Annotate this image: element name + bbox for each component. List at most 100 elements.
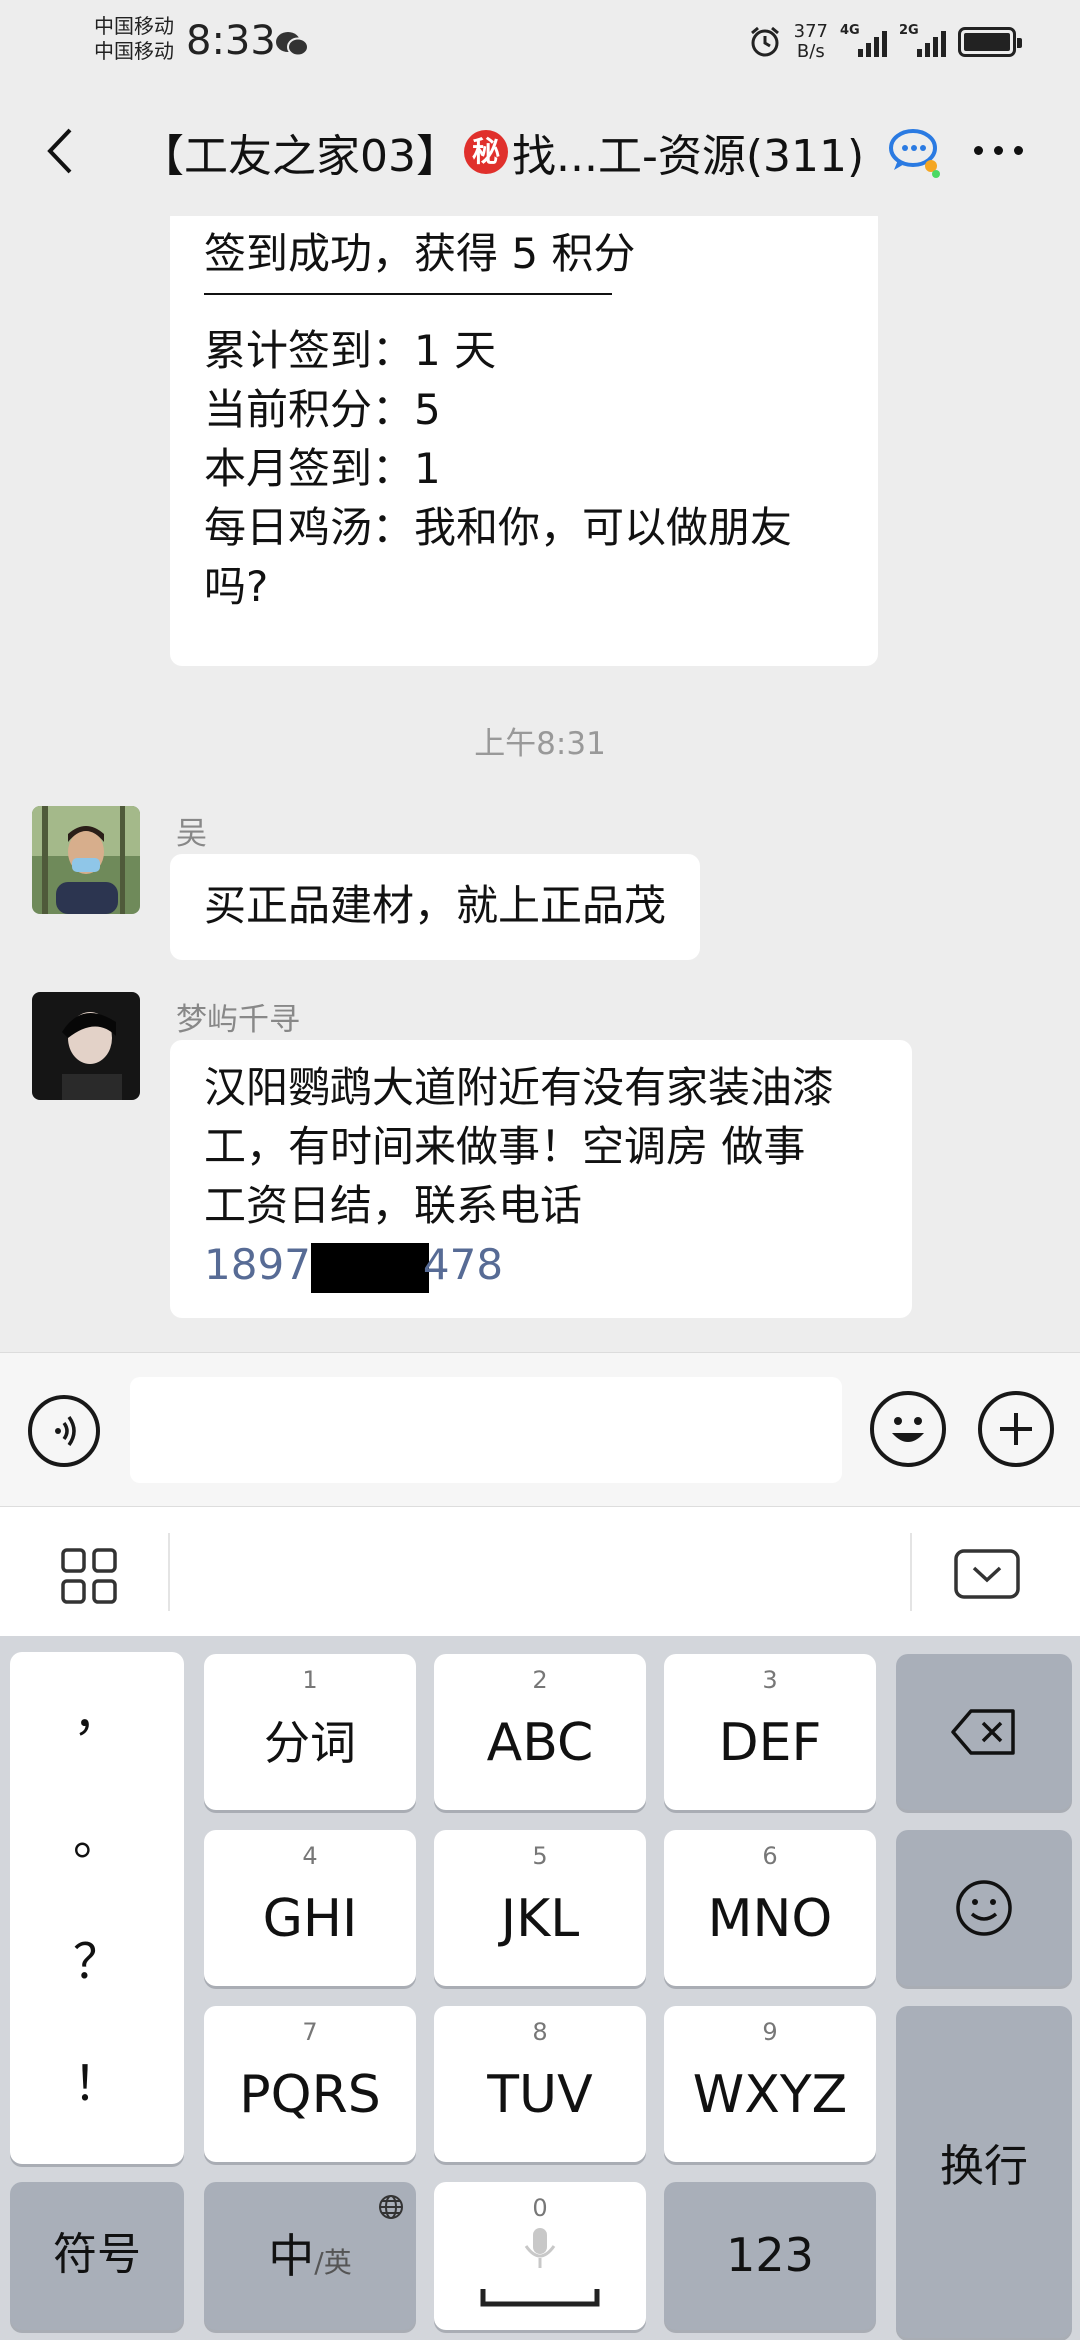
toolbar-divider bbox=[168, 1533, 170, 1611]
key-number: 9 bbox=[762, 2018, 778, 2046]
symbols-key-label: 符号 bbox=[53, 2229, 141, 2280]
battery-icon bbox=[958, 27, 1022, 57]
key-9[interactable]: 9 WXYZ bbox=[664, 2006, 876, 2162]
redaction-box bbox=[310, 1242, 429, 1293]
message-mengyu-line-2: 工，有时间来做事！空调房 做事 bbox=[204, 1122, 806, 1171]
carrier-1: 中国移动 bbox=[94, 14, 174, 38]
key-number: 1 bbox=[302, 1666, 318, 1694]
language-key-label: 中/英 bbox=[204, 2224, 416, 2294]
key-8[interactable]: 8 TUV bbox=[434, 2006, 646, 2162]
key-label: GHI bbox=[262, 1889, 358, 1949]
numeric-mode-label: 123 bbox=[726, 2228, 814, 2282]
plus-icon bbox=[1000, 1413, 1032, 1445]
chat-header: 【工友之家03】 秘 找...工-资源(311) bbox=[0, 86, 1080, 216]
punct-period[interactable]: 。 bbox=[10, 1798, 184, 1868]
backspace-icon bbox=[951, 1709, 1015, 1755]
message-wu: 买正品建材，就上正品茂 bbox=[170, 854, 701, 960]
message-wu-text: 买正品建材，就上正品茂 bbox=[204, 881, 667, 930]
space-key[interactable]: 0 bbox=[434, 2182, 646, 2330]
enter-key[interactable]: 换行 bbox=[896, 2006, 1072, 2338]
numeric-mode-key[interactable]: 123 bbox=[664, 2182, 876, 2330]
phone-end: 478 bbox=[422, 1240, 504, 1289]
title-prefix: 【工友之家03】 bbox=[140, 131, 460, 182]
hide-keyboard-icon[interactable] bbox=[954, 1549, 1020, 1599]
key-label: DEF bbox=[718, 1713, 822, 1773]
message-mengyu-line-3: 工资日结，联系电话 bbox=[204, 1181, 583, 1230]
key-label: ABC bbox=[486, 1713, 594, 1773]
message-mengyu: 汉阳鹦鹉大道附近有没有家装油漆 工，有时间来做事！空调房 做事 工资日结，联系电… bbox=[170, 1040, 912, 1318]
back-arrow-icon[interactable] bbox=[36, 124, 90, 178]
more-functions-button[interactable] bbox=[978, 1391, 1054, 1467]
key-number: 4 bbox=[302, 1842, 318, 1870]
message-mengyu-line-1: 汉阳鹦鹉大道附近有没有家装油漆 bbox=[204, 1063, 835, 1112]
net-speed: 377 B/s bbox=[794, 22, 828, 62]
checkin-line-3: 当前积分：5 bbox=[204, 385, 441, 434]
sim1-label: 4G bbox=[840, 23, 860, 38]
keyboard: ， 。 ？ ！ 1 分词 2 ABC 3 DEF 4 GHI 5 JKL 6 M… bbox=[0, 1636, 1080, 2340]
key-number: 5 bbox=[532, 1842, 548, 1870]
lang-alt: /英 bbox=[314, 2246, 352, 2279]
chat-area: 签到成功，获得 5 积分 累计签到：1 天 当前积分：5 本月签到：1 每日鸡汤… bbox=[0, 216, 1080, 1352]
key-label: PQRS bbox=[239, 2065, 381, 2125]
status-bar: 中国移动 中国移动 8:33 377 B/s 4G 2G bbox=[0, 0, 1080, 86]
key-4[interactable]: 4 GHI bbox=[204, 1830, 416, 1986]
sender-name-mengyu: 梦屿千寻 bbox=[176, 1002, 300, 1038]
ime-toolbar bbox=[0, 1506, 1080, 1636]
divider-line bbox=[204, 293, 612, 295]
emoji-key[interactable] bbox=[896, 1830, 1072, 1986]
symbols-key[interactable]: 符号 bbox=[10, 2182, 184, 2330]
title-suffix: 找...工-资源(311) bbox=[512, 131, 865, 182]
key-3[interactable]: 3 DEF bbox=[664, 1654, 876, 1810]
key-number: 8 bbox=[532, 2018, 548, 2046]
message-timestamp: 上午8:31 bbox=[474, 726, 606, 762]
smiley-icon bbox=[956, 1880, 1012, 1936]
key-6[interactable]: 6 MNO bbox=[664, 1830, 876, 1986]
signal-sim2-icon: 2G bbox=[899, 23, 946, 57]
secret-badge: 秘 bbox=[464, 130, 508, 174]
net-speed-value: 377 bbox=[793, 21, 828, 42]
punct-question[interactable]: ？ bbox=[10, 1922, 184, 1992]
key-5[interactable]: 5 JKL bbox=[434, 1830, 646, 1986]
phone-start: 1897 bbox=[204, 1240, 311, 1289]
alarm-icon bbox=[750, 26, 779, 57]
key-label: 分词 bbox=[264, 1716, 356, 1770]
key-label: WXYZ bbox=[692, 2065, 848, 2125]
key-1[interactable]: 1 分词 bbox=[204, 1654, 416, 1810]
key-label: MNO bbox=[707, 1889, 833, 1949]
key-number: 2 bbox=[532, 1666, 548, 1694]
voice-icon bbox=[55, 1415, 76, 1447]
carrier-labels: 中国移动 中国移动 bbox=[94, 14, 174, 64]
carrier-2: 中国移动 bbox=[94, 39, 174, 63]
punctuation-column[interactable]: ， 。 ？ ！ bbox=[10, 1652, 184, 2164]
group-chat-icon bbox=[889, 129, 940, 178]
microphone-icon bbox=[524, 2228, 556, 2268]
key-7[interactable]: 7 PQRS bbox=[204, 2006, 416, 2162]
signal-sim1-icon: 4G bbox=[840, 23, 887, 57]
enter-key-label: 换行 bbox=[940, 2141, 1028, 2192]
key-number: 6 bbox=[762, 1842, 778, 1870]
more-options-icon[interactable] bbox=[974, 146, 1023, 155]
checkin-line-2: 累计签到：1 天 bbox=[204, 326, 497, 375]
status-icons: 377 B/s 4G 2G bbox=[748, 18, 1022, 66]
avatar-wu[interactable] bbox=[32, 806, 140, 914]
punct-exclaim[interactable]: ！ bbox=[10, 2044, 184, 2114]
ime-menu-grid-icon[interactable] bbox=[60, 1547, 118, 1605]
input-bar bbox=[0, 1352, 1080, 1506]
language-switch-key[interactable]: 中/英 bbox=[204, 2182, 416, 2330]
checkin-line-6: 吗? bbox=[204, 562, 269, 611]
phone-number-link[interactable]: 1897 478 bbox=[204, 1235, 878, 1294]
voice-input-button[interactable] bbox=[28, 1395, 100, 1467]
avatar-mengyu[interactable] bbox=[32, 992, 140, 1100]
key-2[interactable]: 2 ABC bbox=[434, 1654, 646, 1810]
emoji-button[interactable] bbox=[870, 1391, 946, 1467]
checkin-message: 签到成功，获得 5 积分 累计签到：1 天 当前积分：5 本月签到：1 每日鸡汤… bbox=[170, 216, 878, 666]
checkin-line-4: 本月签到：1 bbox=[204, 444, 441, 493]
backspace-key[interactable] bbox=[896, 1654, 1072, 1810]
sender-name-wu: 吴 bbox=[176, 816, 207, 852]
punct-comma[interactable]: ， bbox=[10, 1674, 184, 1744]
key-number: 7 bbox=[302, 2018, 318, 2046]
smiley-icon bbox=[892, 1417, 924, 1442]
message-input[interactable] bbox=[130, 1377, 842, 1483]
key-label: TUV bbox=[487, 2065, 593, 2125]
sim2-label: 2G bbox=[899, 23, 919, 38]
